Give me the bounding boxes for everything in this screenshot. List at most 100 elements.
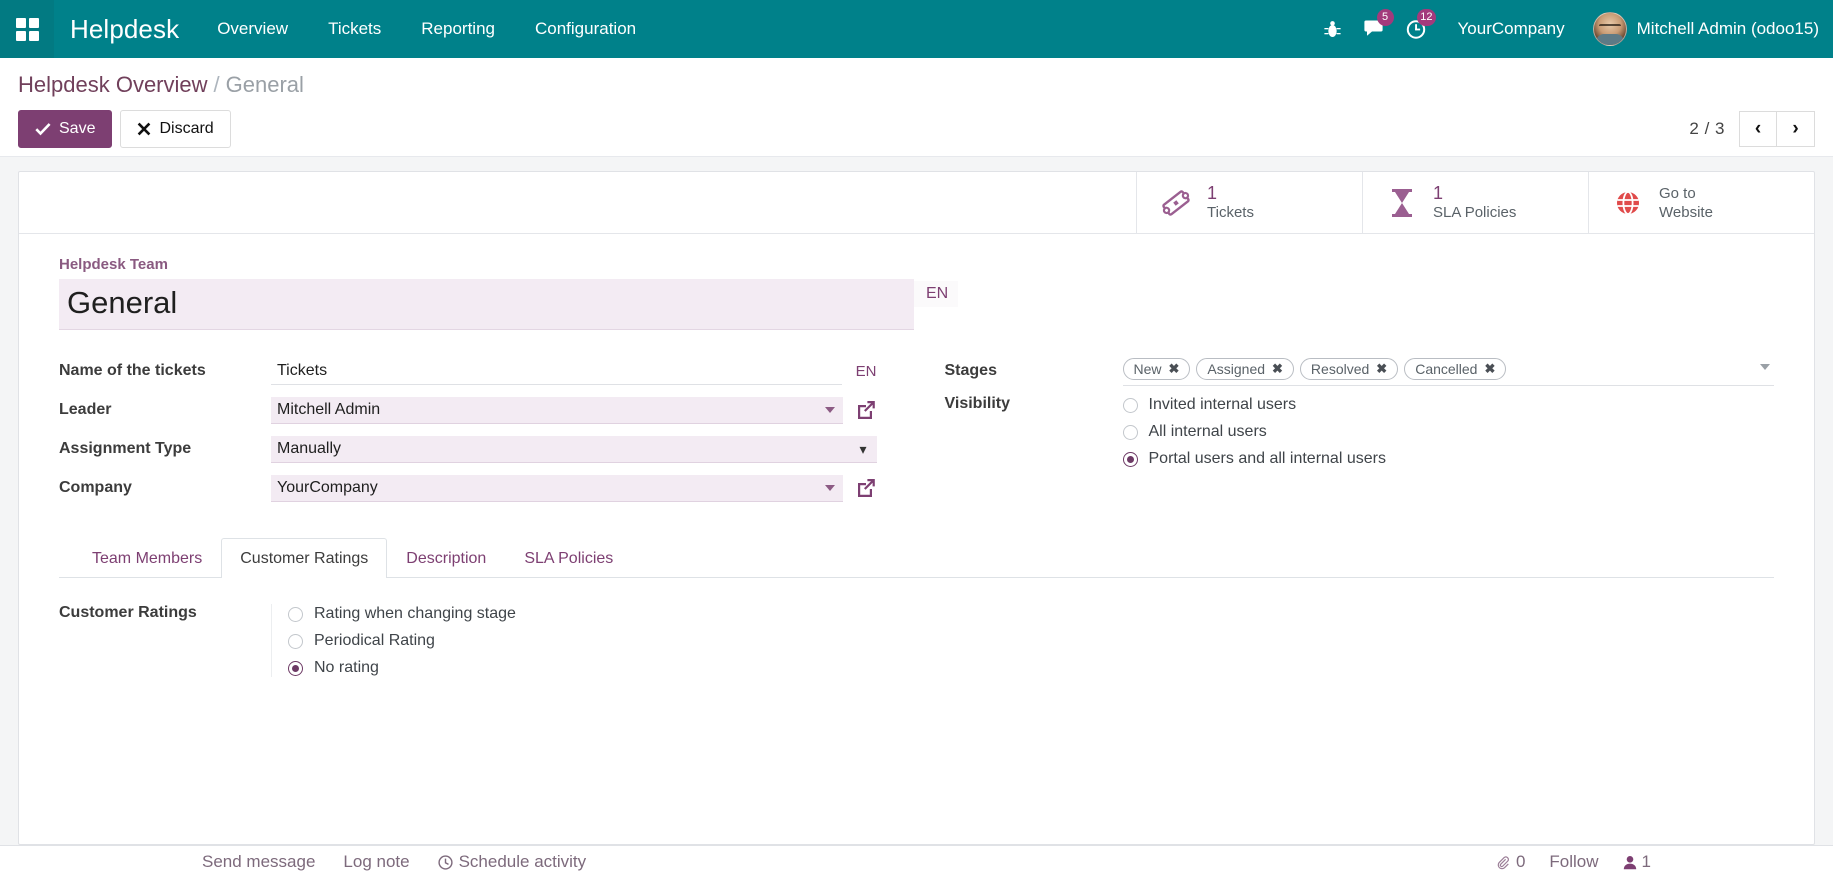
tag-cancelled-label: Cancelled	[1415, 361, 1477, 377]
save-button[interactable]: Save	[18, 110, 112, 148]
app-brand-helpdesk[interactable]: Helpdesk	[54, 14, 197, 45]
stat-button-bar: 1 Tickets 1 SLA Policies	[19, 172, 1814, 234]
follow-button[interactable]: Follow	[1549, 851, 1598, 871]
field-row-company: Company	[59, 473, 877, 503]
label-customer-ratings: Customer Ratings	[59, 604, 271, 677]
leader-input[interactable]	[271, 397, 843, 424]
leader-input-wrap	[271, 397, 843, 424]
tab-sla-policies[interactable]: SLA Policies	[505, 538, 632, 578]
tab-team-members[interactable]: Team Members	[73, 538, 221, 578]
discard-button-label: Discard	[159, 118, 213, 140]
visibility-option-invited-internal-users[interactable]: Invited internal users	[1123, 396, 1386, 414]
radio-icon	[1123, 425, 1138, 440]
tag-resolved[interactable]: Resolved ✖	[1300, 358, 1398, 380]
breadcrumb-current: General	[226, 72, 304, 97]
control-assignment-type: ▾	[271, 436, 877, 463]
radio-icon	[288, 607, 303, 622]
tag-cancelled-remove-icon[interactable]: ✖	[1484, 361, 1495, 377]
helpdesk-team-label: Helpdesk Team	[59, 256, 1774, 273]
rating-option-periodical-rating[interactable]: Periodical Rating	[288, 632, 516, 650]
stat-sla-label: SLA Policies	[1433, 203, 1516, 222]
main-menu: Overview Tickets Reporting Configuration	[197, 0, 656, 58]
label-visibility: Visibility	[945, 395, 1123, 413]
menu-item-configuration[interactable]: Configuration	[515, 0, 656, 58]
chevron-down-icon[interactable]	[1760, 364, 1770, 370]
company-input-wrap	[271, 475, 843, 502]
company-external-link-button[interactable]	[855, 477, 877, 499]
tag-new[interactable]: New ✖	[1123, 358, 1191, 380]
external-link-icon	[855, 399, 877, 421]
globe-icon	[1611, 190, 1645, 216]
messages-button[interactable]: 5	[1354, 0, 1396, 58]
pager-previous-button[interactable]: ‹	[1739, 111, 1777, 147]
stages-tags-field[interactable]: New ✖ Assigned ✖ Resolved ✖	[1123, 356, 1775, 386]
leader-external-link-button[interactable]	[855, 399, 877, 421]
chevron-down-icon[interactable]	[825, 407, 835, 413]
followers-counter[interactable]: 1	[1623, 851, 1651, 871]
visibility-option-all-internal-users[interactable]: All internal users	[1123, 423, 1386, 441]
notebook: Team Members Customer Ratings Descriptio…	[59, 538, 1774, 677]
label-assignment-type: Assignment Type	[59, 440, 271, 458]
menu-item-overview[interactable]: Overview	[197, 0, 308, 58]
menu-item-tickets[interactable]: Tickets	[308, 0, 401, 58]
stat-button-tickets[interactable]: 1 Tickets	[1136, 172, 1362, 233]
clock-icon	[438, 855, 453, 870]
ticket-name-input[interactable]	[271, 358, 842, 385]
stat-button-sla-policies[interactable]: 1 SLA Policies	[1362, 172, 1588, 233]
team-name-input[interactable]	[59, 279, 914, 330]
user-menu[interactable]: Mitchell Admin (odoo15)	[1585, 12, 1819, 46]
assignment-type-select[interactable]	[271, 436, 877, 463]
tag-new-remove-icon[interactable]: ✖	[1169, 361, 1180, 377]
send-message-button[interactable]: Send message	[202, 851, 315, 871]
visibility-option-1-label: All internal users	[1149, 423, 1267, 441]
ticket-name-language-badge[interactable]: EN	[842, 363, 877, 380]
tab-description[interactable]: Description	[387, 538, 505, 578]
discard-button[interactable]: Discard	[120, 110, 230, 148]
chatter-actions: Send message Log note Schedule activity	[22, 851, 586, 871]
tag-assigned[interactable]: Assigned ✖	[1196, 358, 1294, 380]
title-field-row: EN	[59, 279, 1774, 330]
bug-icon	[1324, 20, 1341, 39]
rating-option-rating-when-changing-stage[interactable]: Rating when changing stage	[288, 605, 516, 623]
attachments-counter[interactable]: 0	[1496, 851, 1525, 871]
tag-assigned-remove-icon[interactable]: ✖	[1272, 361, 1283, 377]
log-note-button[interactable]: Log note	[343, 851, 409, 871]
pager-value: 2 / 3	[1689, 119, 1725, 139]
stat-button-website-text: Go to Website	[1659, 184, 1713, 222]
record-pager: 2 / 3 ‹ ›	[1689, 111, 1815, 147]
tag-resolved-remove-icon[interactable]: ✖	[1376, 361, 1387, 377]
visibility-option-portal-and-internal-users[interactable]: Portal users and all internal users	[1123, 450, 1386, 468]
radio-icon	[1123, 398, 1138, 413]
label-leader: Leader	[59, 401, 271, 419]
company-input[interactable]	[271, 475, 843, 502]
debug-menu-button[interactable]	[1312, 0, 1354, 58]
stat-button-go-to-website[interactable]: Go to Website	[1588, 172, 1814, 233]
tag-cancelled[interactable]: Cancelled ✖	[1404, 358, 1506, 380]
save-button-label: Save	[59, 118, 95, 140]
activities-button[interactable]: 12	[1396, 0, 1438, 58]
customer-ratings-row: Customer Ratings Rating when changing st…	[59, 604, 1774, 677]
apps-menu-button[interactable]	[0, 0, 54, 58]
radio-selected-icon	[1123, 452, 1138, 467]
tab-customer-ratings[interactable]: Customer Ratings	[221, 538, 387, 578]
control-panel-actions: Save Discard 2 / 3 ‹ ›	[18, 110, 1815, 148]
menu-item-reporting[interactable]: Reporting	[401, 0, 515, 58]
pager-next-button[interactable]: ›	[1777, 111, 1815, 147]
breadcrumb-root[interactable]: Helpdesk Overview	[18, 72, 208, 97]
breadcrumb: Helpdesk Overview/General	[18, 70, 1815, 100]
field-row-visibility: Visibility Invited internal users All in…	[945, 395, 1775, 468]
pager-buttons: ‹ ›	[1739, 111, 1815, 147]
control-company	[271, 475, 877, 502]
rating-option-no-rating[interactable]: No rating	[288, 659, 516, 677]
title-language-badge[interactable]: EN	[914, 281, 958, 307]
schedule-activity-button[interactable]: Schedule activity	[438, 851, 587, 871]
chatter-bar: Send message Log note Schedule activity …	[0, 845, 1833, 871]
external-link-icon	[855, 477, 877, 499]
visibility-radio-group: Invited internal users All internal user…	[1123, 395, 1386, 468]
chevron-down-icon[interactable]: ▾	[859, 442, 866, 456]
activities-badge: 12	[1417, 9, 1435, 26]
company-switcher[interactable]: YourCompany	[1438, 19, 1585, 39]
control-visibility: Invited internal users All internal user…	[1123, 395, 1775, 468]
chevron-down-icon[interactable]	[825, 485, 835, 491]
schedule-activity-label: Schedule activity	[459, 851, 587, 871]
